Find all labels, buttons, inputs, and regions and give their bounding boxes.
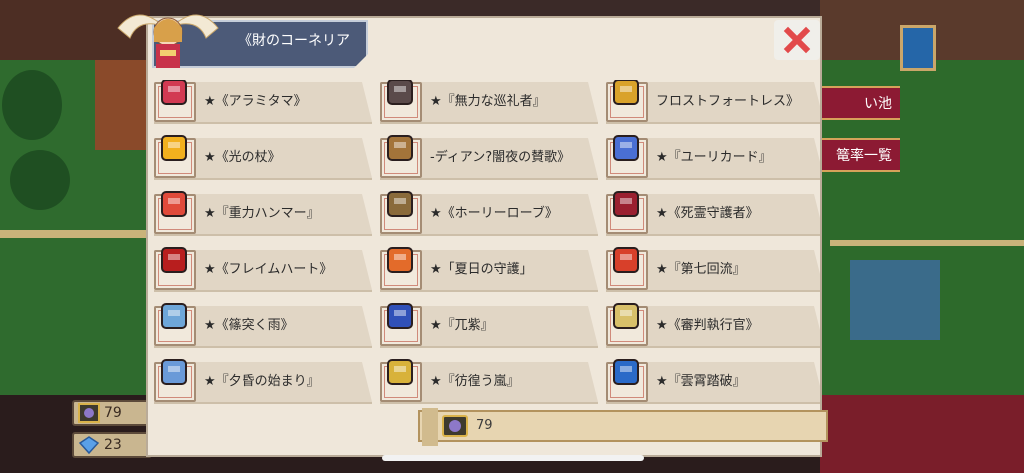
item-label: ★『彷徨う嵐』 — [430, 374, 520, 389]
angel-avatar-icon — [117, 14, 219, 68]
item-label: ★『無力な巡礼者』 — [430, 94, 546, 109]
feather-blade-icon — [387, 247, 413, 273]
equipment-item[interactable]: ★『ユーリカード』 — [602, 134, 820, 180]
item-label: フロストフォートレス》 — [656, 94, 800, 109]
item-label: ★《アラミタマ》 — [204, 94, 307, 109]
bottom-right-panel — [820, 395, 1024, 473]
item-label: ★《フレイムハート》 — [204, 262, 333, 277]
tree — [10, 150, 70, 210]
equipment-item[interactable]: ★『夕昏の始まり』 — [150, 358, 372, 404]
item-label: ★《光の杖》 — [204, 150, 281, 165]
item-label: ★《審判執行官》 — [656, 318, 759, 333]
equipment-item[interactable]: フロストフォートレス》 — [602, 80, 820, 124]
golden-armor-icon — [613, 80, 639, 105]
close-button[interactable] — [774, 20, 820, 60]
diamond-resource: 23 — [72, 432, 152, 458]
red-hammer-icon — [161, 191, 187, 217]
item-label: ★《篠突く雨》 — [204, 318, 294, 333]
path — [0, 230, 150, 238]
sun-staff-icon — [161, 135, 187, 161]
item-label: ★『夕昏の始まり』 — [204, 374, 320, 389]
gem-icon — [78, 403, 100, 423]
path — [830, 240, 1024, 246]
tree — [2, 70, 62, 140]
spear-blade-icon — [161, 80, 187, 105]
gem-count: 79 — [104, 405, 122, 421]
diamond-icon — [78, 436, 100, 455]
equipment-item[interactable]: ★『彷徨う嵐』 — [376, 358, 598, 404]
pond-button[interactable]: い池 — [816, 86, 900, 120]
bronze-helm-icon — [387, 135, 413, 161]
blue-ring-icon — [161, 359, 187, 385]
equipment-item[interactable]: ★《フレイムハート》 — [150, 246, 372, 292]
close-x-icon — [783, 26, 811, 54]
equipment-item[interactable]: ★『雲霄踏破』 — [602, 358, 820, 404]
equipment-item[interactable]: ★「夏日の守護」 — [376, 246, 598, 292]
item-label: ★《死霊守護者》 — [656, 206, 759, 221]
gem-icon — [442, 415, 468, 437]
home-indicator — [382, 455, 644, 461]
diamond-count: 23 — [104, 437, 122, 453]
item-label: ★「夏日の守護」 — [430, 262, 533, 277]
equipment-item[interactable]: ★《光の杖》 — [150, 134, 372, 180]
house — [850, 260, 940, 340]
equipment-item[interactable]: ★『重力ハンマー』 — [150, 190, 372, 236]
equipment-item[interactable]: ★『第七回流』 — [602, 246, 820, 292]
dialog-title: 《財のコーネリア — [238, 33, 350, 49]
gem-resource: 79 — [72, 400, 152, 426]
white-robe-icon — [613, 303, 639, 329]
equipment-item[interactable]: ★『兀紫』 — [376, 302, 598, 348]
dark-helm-icon — [387, 80, 413, 105]
ice-spear-icon — [161, 303, 187, 329]
red-gauntlet-icon — [613, 191, 639, 217]
item-label: ★『ユーリカード』 — [656, 150, 772, 165]
bottom-currency-bar: 79 — [418, 408, 828, 446]
blue-gem-amulet-icon — [613, 135, 639, 161]
equipment-item[interactable]: -ディアン?闇夜の賛歌》 — [376, 134, 598, 180]
bottom-count: 79 — [476, 418, 493, 433]
flame-armor-icon — [161, 247, 187, 273]
item-label: ★『重力ハンマー』 — [204, 206, 320, 221]
item-label: ★《ホーリーローブ》 — [430, 206, 558, 221]
ribbon-tab — [422, 408, 438, 446]
item-label: ★『兀紫』 — [430, 318, 494, 333]
holy-robe-icon — [387, 191, 413, 217]
equipment-item[interactable]: ★《アラミタマ》 — [150, 80, 372, 124]
item-label: ★『雲霄踏破』 — [656, 374, 746, 389]
equipment-item[interactable]: ★《審判執行官》 — [602, 302, 820, 348]
equipment-item[interactable]: ★《篠突く雨》 — [150, 302, 372, 348]
red-necklace-icon — [613, 247, 639, 273]
equipment-item[interactable]: ★《死霊守護者》 — [602, 190, 820, 236]
equipment-item[interactable]: ★『無力な巡礼者』 — [376, 80, 598, 124]
equipment-item[interactable]: ★《ホーリーローブ》 — [376, 190, 598, 236]
item-label: -ディアン?闇夜の賛歌》 — [430, 150, 571, 165]
blue-gauntlet-icon — [387, 303, 413, 329]
water — [900, 25, 936, 71]
rate-list-button[interactable]: 篭率一覧 — [816, 138, 900, 172]
sky-boots-icon — [613, 359, 639, 385]
item-label: ★『第七回流』 — [656, 262, 746, 277]
equipment-collection-dialog: 《財のコーネリア ★《アラミタマ》 ★『無力な巡礼者』 フロストフォートレス》 ★《光… — [117, 14, 828, 455]
equipment-grid: ★《アラミタマ》 ★『無力な巡礼者』 フロストフォートレス》 ★《光の杖》 -ディアン?… — [148, 80, 820, 421]
wind-feather-icon — [387, 359, 413, 385]
